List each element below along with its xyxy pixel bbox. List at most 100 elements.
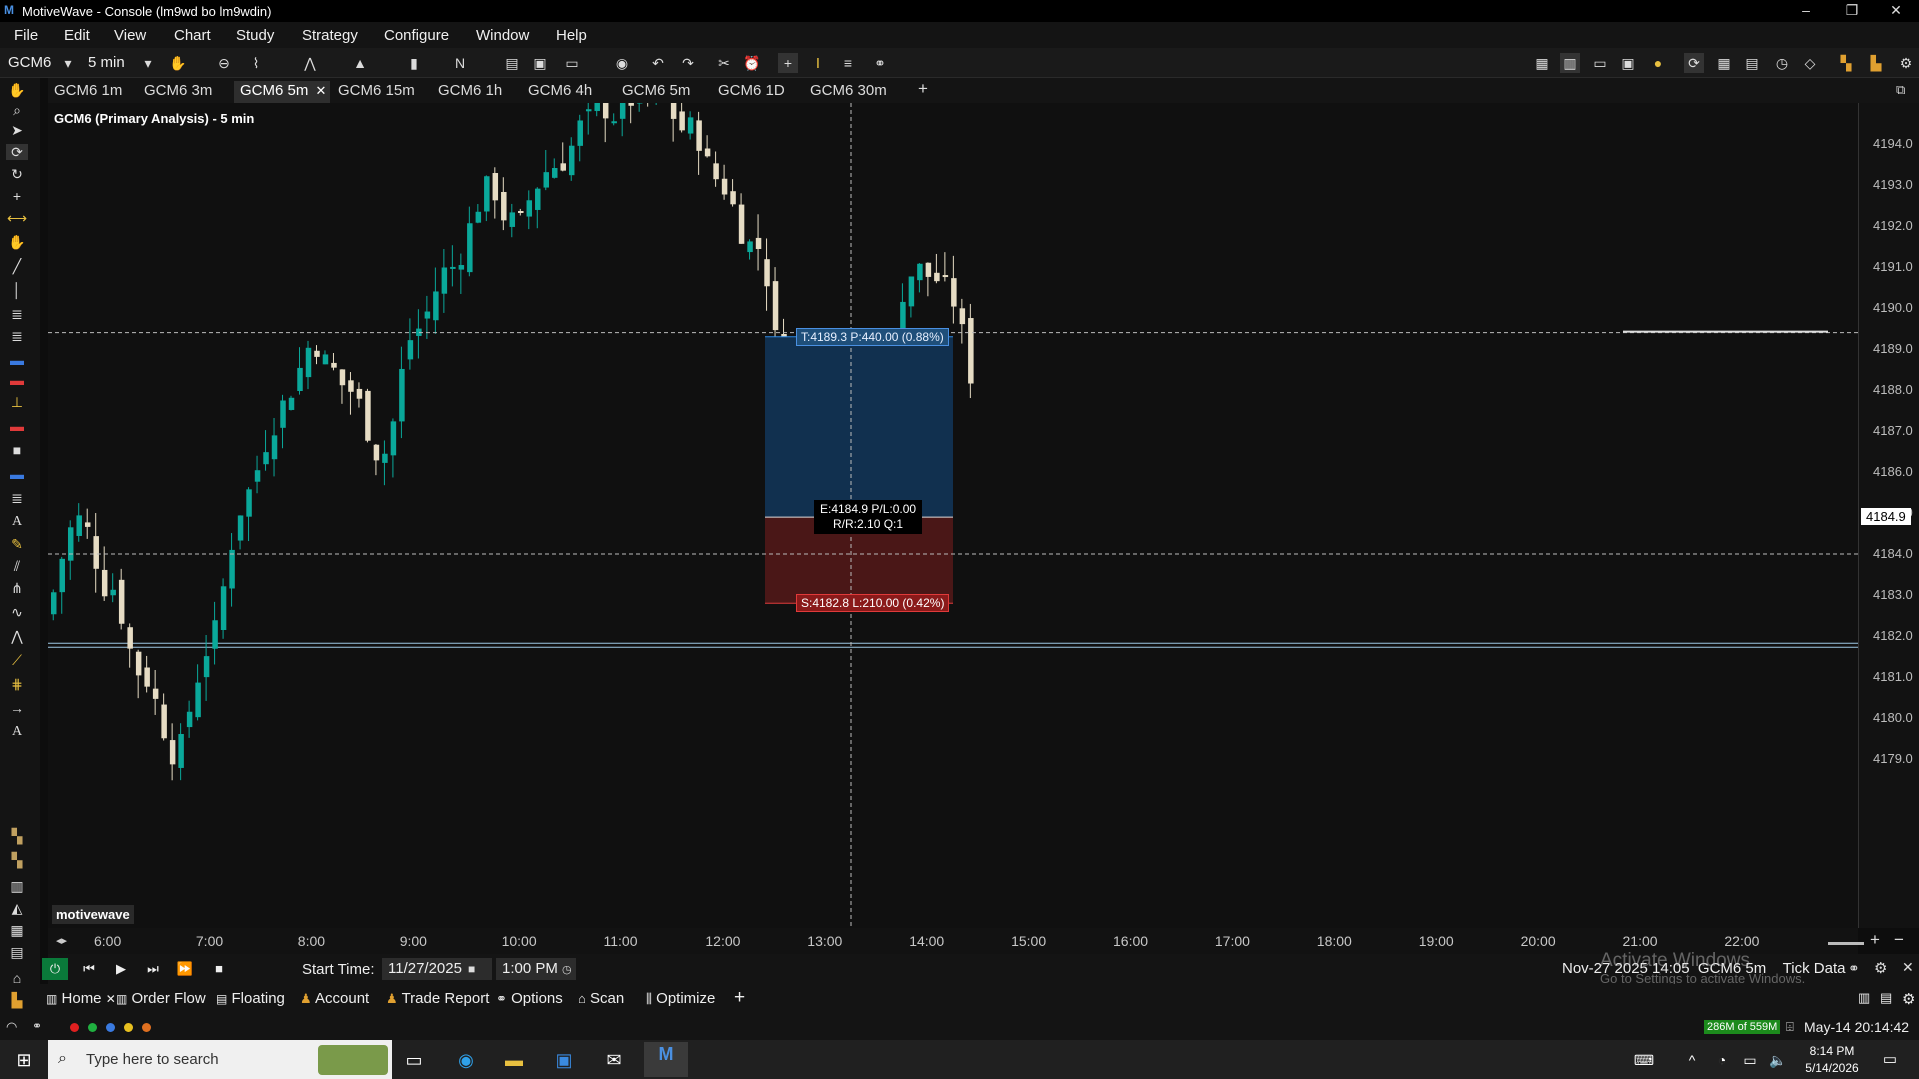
refresh-icon[interactable]: ⟳	[1684, 53, 1704, 73]
wave-tool-icon[interactable]: ⋀	[300, 53, 320, 73]
pointer-icon[interactable]: ➤	[6, 122, 28, 138]
menu-file[interactable]: File	[14, 27, 38, 44]
zoom-out-icon[interactable]: −	[1894, 930, 1904, 950]
menu-window[interactable]: Window	[476, 27, 529, 44]
fast-forward-icon[interactable]: ⏩	[172, 958, 198, 980]
menu-view[interactable]: View	[114, 27, 146, 44]
pitchfork-icon[interactable]: ⋔	[6, 580, 28, 596]
store-icon[interactable]: ▣	[550, 1048, 578, 1072]
tab-gcm6-5m-2[interactable]: GCM6 5m	[616, 81, 696, 103]
task-view-icon[interactable]: ▭	[400, 1048, 428, 1072]
add-panel-button[interactable]: +	[734, 987, 745, 1009]
tab-gcm6-30m[interactable]: GCM6 30m	[804, 81, 893, 103]
tray-app-icon[interactable]: ◔	[1708, 1048, 1736, 1072]
short-position-icon[interactable]: ▬	[6, 372, 28, 388]
hand-tool-icon[interactable]: ✋	[6, 234, 28, 250]
tab-trade-report[interactable]: ♟ Trade Report	[386, 990, 489, 1007]
histogram-icon[interactable]: ▥	[6, 878, 28, 894]
windows-start-icon[interactable]: ⊞	[10, 1048, 38, 1072]
document-icon[interactable]: ▤	[1742, 53, 1762, 73]
line-chart-icon[interactable]: ⌇	[246, 53, 266, 73]
chevron-down-icon[interactable]: ▾	[138, 53, 158, 73]
channel-icon[interactable]: ⫽	[6, 558, 28, 574]
fib-fan-icon[interactable]: ⟋	[6, 652, 28, 668]
network-icon[interactable]: ▭	[1736, 1048, 1764, 1072]
candle-icon[interactable]: ▮	[404, 53, 424, 73]
tab-gcm6-3m[interactable]: GCM6 3m	[138, 81, 218, 103]
taskbar-search[interactable]: ⌕ Type here to search	[48, 1040, 392, 1079]
tab-optimize[interactable]: ⫼ Optimize	[646, 990, 715, 1007]
zoom-out-icon[interactable]: ⊖	[214, 53, 234, 73]
tab-account[interactable]: ♟ Account	[300, 990, 369, 1007]
label-icon[interactable]: A	[6, 724, 28, 740]
close-tab-icon[interactable]: ✕	[315, 83, 326, 99]
add-tab-button[interactable]: +	[912, 78, 934, 100]
file-explorer-icon[interactable]: ▬	[500, 1048, 528, 1072]
edge-icon[interactable]: ◉	[452, 1048, 480, 1072]
calendar-icon[interactable]: ■	[468, 962, 475, 976]
start-date-field[interactable]: 11/27/2025	[382, 958, 492, 980]
bank-icon[interactable]: ⌂	[6, 970, 28, 986]
grid-icon[interactable]: ⋕	[6, 676, 28, 692]
memory-indicator[interactable]: 286M of 559M	[1704, 1020, 1781, 1034]
keyboard-icon[interactable]: ⌨	[1630, 1048, 1658, 1072]
panel-settings-icon[interactable]: ⚙	[1902, 990, 1915, 1008]
close-button[interactable]: ✕	[1873, 0, 1919, 22]
menu-edit[interactable]: Edit	[64, 27, 90, 44]
tab-gcm6-1d[interactable]: GCM6 1D	[712, 81, 791, 103]
area-icon[interactable]: ◭	[6, 900, 28, 916]
tab-gcm6-15m[interactable]: GCM6 15m	[332, 81, 421, 103]
skip-back-icon[interactable]: ⏮	[76, 958, 102, 980]
tab-gcm6-1h[interactable]: GCM6 1h	[432, 81, 508, 103]
layers-icon[interactable]: ▙	[6, 992, 28, 1008]
sync-icon[interactable]: ↻	[6, 166, 28, 182]
rotate-icon[interactable]: ⟳	[6, 144, 28, 160]
clock-icon[interactable]: ◷	[1772, 53, 1792, 73]
menu-study[interactable]: Study	[236, 27, 274, 44]
link-chain-icon[interactable]: ⚭	[1848, 960, 1860, 977]
mail-icon[interactable]: ✉	[600, 1048, 628, 1072]
fill-tool-icon[interactable]: ▲	[350, 53, 370, 73]
panel-layout-icon[interactable]: ▥	[1858, 990, 1870, 1006]
vertical-line-icon[interactable]: │	[6, 282, 28, 298]
chevron-down-icon[interactable]: ▾	[58, 53, 78, 73]
symbol-selector[interactable]: GCM6	[8, 54, 51, 71]
panel-copy-icon[interactable]: ▤	[1880, 990, 1892, 1006]
tab-home[interactable]: ▥ Home ✕	[46, 990, 116, 1007]
volume-icon[interactable]: 🔈	[1764, 1048, 1792, 1072]
price-axis[interactable]: 4194.0 4193.0 4192.0 4191.0 4190.0 4189.0 4188…	[1858, 103, 1919, 928]
settings-gear-icon[interactable]: ⚙	[1896, 53, 1916, 73]
zigzag-icon[interactable]: ⋀	[6, 628, 28, 644]
tab-options[interactable]: ⚭ Options	[496, 990, 563, 1007]
text-icon[interactable]: A	[6, 514, 28, 530]
close-home-icon[interactable]: ✕	[106, 992, 116, 1006]
layout-icon[interactable]: ▦	[1532, 53, 1552, 73]
menu-help[interactable]: Help	[556, 27, 587, 44]
step-forward-icon[interactable]: ⏭	[140, 958, 166, 980]
coins-icon[interactable]: ●	[1648, 53, 1668, 73]
cross-icon[interactable]: +	[6, 188, 28, 204]
motivewave-taskbar-icon[interactable]: M	[644, 1042, 688, 1077]
fib-ext-icon[interactable]: ≣	[6, 328, 28, 344]
minimize-button[interactable]: –	[1783, 0, 1829, 22]
entry-label[interactable]: E:4184.9 P/L:0.00 R/R:2.10 Q:1	[814, 500, 923, 535]
restore-button[interactable]: ❐	[1829, 0, 1875, 22]
tab-scan[interactable]: ⌂ Scan	[578, 990, 624, 1007]
db-icon[interactable]: ▤	[6, 944, 28, 960]
menu-configure[interactable]: Configure	[384, 27, 449, 44]
tab-gcm6-5m[interactable]: GCM6 5m ✕	[234, 81, 331, 103]
trend-line-icon[interactable]: ╱	[6, 258, 28, 274]
undo-icon[interactable]: ↶	[648, 53, 668, 73]
crosshair-icon[interactable]: +	[778, 53, 798, 73]
replay-settings-icon[interactable]: ⚙	[1874, 959, 1887, 977]
chart-canvas[interactable]	[48, 103, 1858, 928]
open-folder-icon[interactable]: ▭	[562, 53, 582, 73]
link-icon[interactable]: ⚭	[870, 53, 890, 73]
time-axis[interactable]: 6:00 7:00 8:00 9:00 10:00 11:00 12:00 13:00 14:0…	[48, 928, 1904, 954]
tab-gcm6-1m[interactable]: GCM6 1m	[48, 81, 128, 103]
power-icon[interactable]: ⏻	[42, 958, 68, 980]
lines-icon[interactable]: ≡	[838, 53, 858, 73]
camera-icon[interactable]: ◉	[612, 53, 632, 73]
arrow-icon[interactable]: →	[6, 700, 28, 716]
trash-icon[interactable]: ⌹	[1786, 1019, 1794, 1035]
